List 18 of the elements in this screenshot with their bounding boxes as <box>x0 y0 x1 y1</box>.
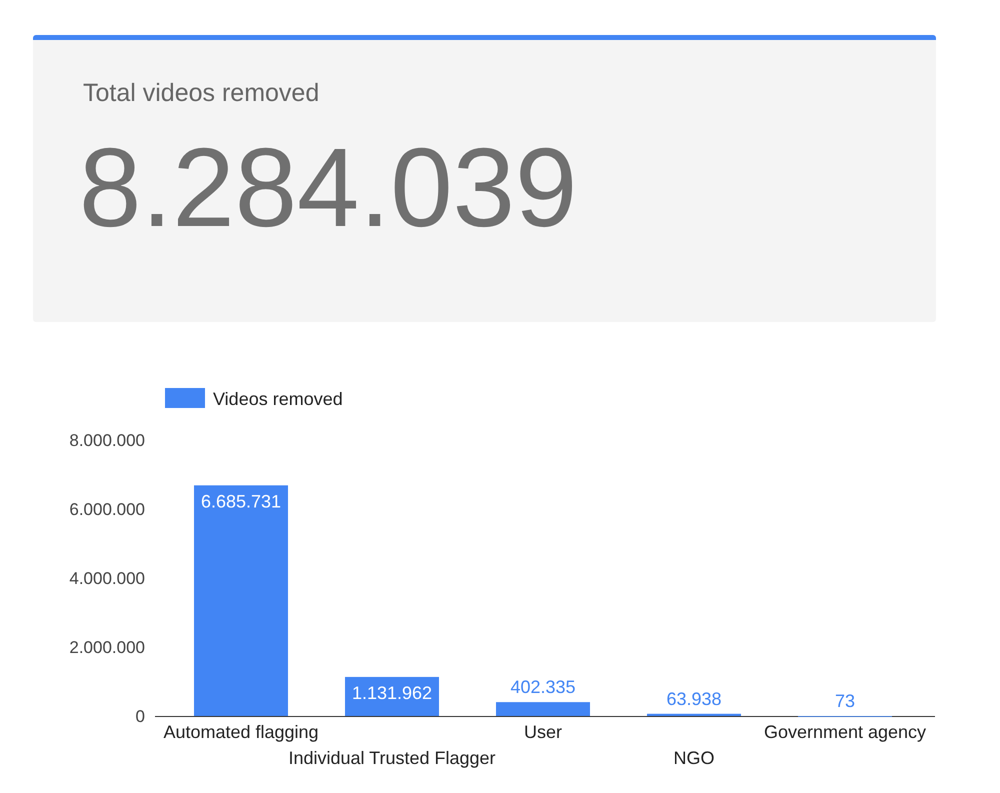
y-axis-label: 2.000.000 <box>69 638 145 657</box>
x-axis-label: NGO <box>674 748 714 768</box>
card-title: Total videos removed <box>83 78 320 108</box>
x-axis-label: Automated flagging <box>163 722 319 742</box>
data-label: 6.685.731 <box>200 491 282 512</box>
total-count: 8.284.039 <box>79 128 578 248</box>
y-axis-label: 0 <box>136 707 145 726</box>
y-axis-label: 6.000.000 <box>69 500 145 519</box>
x-axis-label: User <box>524 722 562 742</box>
data-label: 1.131.962 <box>352 682 432 703</box>
y-axis-label: 8.000.000 <box>69 431 145 450</box>
legend-label: Videos removed <box>213 389 343 409</box>
data-label: 402.335 <box>510 677 576 698</box>
data-label: 63.938 <box>666 688 722 709</box>
x-axis-label: Individual Trusted Flagger <box>288 748 496 768</box>
y-axis-label: 4.000.000 <box>69 569 145 588</box>
x-axis-label: Government agency <box>764 722 926 742</box>
data-label: 73 <box>834 691 856 711</box>
